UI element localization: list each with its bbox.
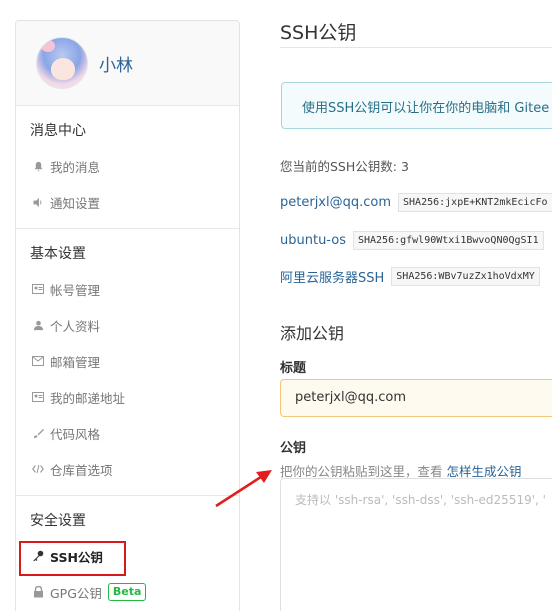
title-label: 标题	[280, 361, 307, 376]
ssh-key-name[interactable]: ubuntu-os	[280, 233, 346, 248]
section-messages: 消息中心 我的消息 通知设置	[16, 106, 239, 229]
page-title: SSH公钥	[280, 22, 357, 44]
hint-text: 把你的公钥粘贴到这里，查看	[280, 464, 443, 479]
lock-icon	[32, 586, 44, 598]
ssh-key-name[interactable]: peterjxl@qq.com	[280, 195, 391, 210]
sidebar-item-label: 邮箱管理	[50, 354, 101, 370]
sidebar-item-account[interactable]: 帐号管理	[16, 271, 239, 307]
sidebar-item-label: 仓库首选项	[50, 462, 113, 478]
avatar[interactable]	[36, 37, 88, 89]
code-icon	[32, 463, 44, 475]
section-title: 基本设置	[30, 246, 86, 262]
sidebar-item-email[interactable]: 邮箱管理	[16, 343, 239, 379]
key-title-input[interactable]: peterjxl@qq.com	[280, 379, 552, 417]
sidebar-item-label: GPG公钥	[50, 585, 102, 601]
sidebar-item-label: 通知设置	[50, 195, 101, 211]
ssh-key-row: 阿里云服务器SSH SHA256:WBv7uzZx1hoVdxMY	[280, 267, 540, 286]
section-basic-settings: 基本设置 帐号管理 个人资料 邮箱管理 我的邮递地址 代码风格 仓库首选项	[16, 229, 239, 496]
username[interactable]: 小林	[99, 51, 133, 76]
beta-badge: Beta	[107, 583, 147, 601]
sidebar-item-label: 我的邮递地址	[50, 390, 126, 406]
mail-icon	[32, 355, 44, 367]
sidebar-item-code-style[interactable]: 代码风格	[16, 415, 239, 451]
sidebar-item-label: 代码风格	[50, 426, 101, 442]
title-divider	[280, 47, 552, 48]
sidebar-item-label: 我的消息	[50, 159, 101, 175]
sidebar-item-gpg-keys[interactable]: GPG公钥 Beta	[16, 574, 239, 610]
speaker-icon	[32, 196, 44, 208]
sidebar-item-repo-preferences[interactable]: 仓库首选项	[16, 451, 239, 487]
bell-icon	[32, 160, 44, 172]
ssh-key-name[interactable]: 阿里云服务器SSH	[280, 267, 384, 286]
sidebar-item-label: 帐号管理	[50, 282, 101, 298]
sidebar-item-profile[interactable]: 个人资料	[16, 307, 239, 343]
id-card-icon	[32, 283, 44, 295]
sidebar-item-address[interactable]: 我的邮递地址	[16, 379, 239, 415]
ssh-key-row: peterjxl@qq.com SHA256:jxpE+KNT2mkEcicFo	[280, 193, 552, 212]
ssh-highlight-box	[19, 541, 126, 576]
annotation-arrow	[215, 470, 272, 508]
how-to-generate-link[interactable]: 怎样生成公钥	[447, 464, 522, 479]
profile-header: 小林	[16, 21, 239, 106]
address-card-icon	[32, 391, 44, 403]
sidebar-item-my-messages[interactable]: 我的消息	[16, 148, 239, 184]
ssh-key-count: 您当前的SSH公钥数: 3	[280, 159, 409, 174]
section-title: 消息中心	[30, 123, 86, 139]
user-icon	[32, 319, 44, 331]
settings-sidebar: 小林 消息中心 我的消息 通知设置 基本设置 帐号管理 个人资料 邮箱管理 我的…	[15, 20, 240, 611]
sidebar-item-label: 个人资料	[50, 318, 101, 334]
add-key-heading: 添加公钥	[280, 324, 345, 343]
info-message: 使用SSH公钥可以让你在你的电脑和 Gitee	[281, 82, 552, 129]
public-key-label: 公钥	[280, 441, 307, 456]
sidebar-item-notification-settings[interactable]: 通知设置	[16, 184, 239, 220]
section-title: 安全设置	[30, 513, 86, 529]
ssh-key-fingerprint: SHA256:WBv7uzZx1hoVdxMY	[391, 267, 540, 286]
ssh-key-fingerprint: SHA256:jxpE+KNT2mkEcicFo	[398, 193, 552, 212]
main-content: SSH公钥 使用SSH公钥可以让你在你的电脑和 Gitee 您当前的SSH公钥数…	[280, 0, 552, 611]
ssh-key-row: ubuntu-os SHA256:gfwl90Wtxi1BwvoQN0QgSI1	[280, 231, 544, 250]
brush-icon	[32, 427, 44, 439]
ssh-key-fingerprint: SHA256:gfwl90Wtxi1BwvoQN0QgSI1	[352, 231, 544, 250]
public-key-textarea[interactable]: 支持以 'ssh-rsa', 'ssh-dss', 'ssh-ed25519',…	[280, 478, 552, 611]
